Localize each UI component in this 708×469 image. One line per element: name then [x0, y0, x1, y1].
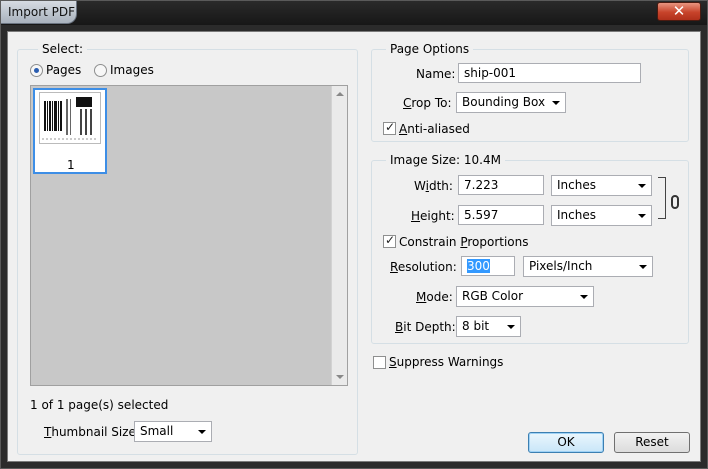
chevron-down-icon [639, 265, 647, 269]
crop-to-select[interactable]: Bounding Box [456, 92, 566, 113]
mode-label: Mode: [416, 290, 453, 304]
resolution-field[interactable]: 300 [461, 256, 515, 276]
pages-radio[interactable] [30, 64, 43, 77]
scroll-down-icon[interactable] [336, 375, 344, 379]
chain-link-icon [671, 195, 679, 209]
bit-depth-label: Bit Depth: [395, 320, 456, 334]
chevron-down-icon [507, 325, 515, 329]
link-bracket [658, 177, 666, 219]
chevron-down-icon [638, 214, 646, 218]
chevron-down-icon [552, 101, 560, 105]
width-unit-select[interactable]: Inches [551, 175, 652, 196]
suppress-warnings-label[interactable]: Suppress Warnings [389, 355, 503, 369]
chevron-down-icon [198, 430, 206, 434]
shipping-label-preview [39, 92, 101, 144]
image-size-legend: Image Size: 10.4M [386, 153, 505, 167]
height-field[interactable]: 5.597 [458, 205, 544, 225]
select-group-legend: Select: [38, 42, 88, 56]
resolution-unit-select[interactable]: Pixels/Inch [523, 256, 653, 277]
scroll-up-icon[interactable] [336, 92, 344, 96]
height-unit-select[interactable]: Inches [551, 205, 652, 226]
height-label: Height: [411, 209, 455, 223]
title-bar: Import PDF ✕ [1, 1, 707, 25]
mode-select[interactable]: RGB Color [456, 286, 594, 307]
import-pdf-dialog: Import PDF ✕ Select: Pages Images 1 1 of… [0, 0, 708, 469]
anti-aliased-checkbox[interactable]: ✓ [383, 120, 396, 135]
selection-status: 1 of 1 page(s) selected [30, 398, 169, 412]
width-label: Width: [414, 179, 453, 193]
constrain-proportions-label[interactable]: Constrain Proportions [399, 235, 529, 249]
thumbnail-size-select[interactable]: Small [134, 421, 212, 442]
thumbnail-list[interactable]: 1 [30, 85, 348, 386]
anti-aliased-label[interactable]: Anti-aliased [399, 122, 470, 136]
suppress-warnings-checkbox[interactable] [373, 356, 386, 369]
reset-button[interactable]: Reset [614, 432, 690, 453]
page-options-legend: Page Options [386, 42, 474, 56]
width-field[interactable]: 7.223 [458, 175, 544, 195]
bit-depth-select[interactable]: 8 bit [456, 316, 521, 337]
thumbnail-scrollbar[interactable] [331, 86, 347, 385]
thumbnail-size-label: Thumbnail Size: [44, 425, 140, 439]
pages-radio-label[interactable]: Pages [46, 63, 81, 77]
images-radio[interactable] [94, 64, 107, 77]
dialog-body: Select: Pages Images 1 1 of 1 page(s) se… [7, 31, 701, 462]
chevron-down-icon [638, 184, 646, 188]
close-icon[interactable]: ✕ [657, 2, 701, 21]
page-thumbnail[interactable]: 1 [33, 88, 107, 174]
page-number: 1 [67, 158, 75, 172]
crop-to-label: Crop To: [403, 96, 452, 110]
name-label: Name: [416, 67, 456, 81]
chevron-down-icon [580, 295, 588, 299]
ok-button[interactable]: OK [528, 432, 604, 453]
images-radio-label[interactable]: Images [110, 63, 154, 77]
resolution-label: Resolution: [390, 260, 457, 274]
constrain-proportions-checkbox[interactable]: ✓ [383, 233, 396, 248]
window-title: Import PDF [1, 1, 77, 24]
name-field[interactable]: ship-001 [458, 63, 641, 83]
